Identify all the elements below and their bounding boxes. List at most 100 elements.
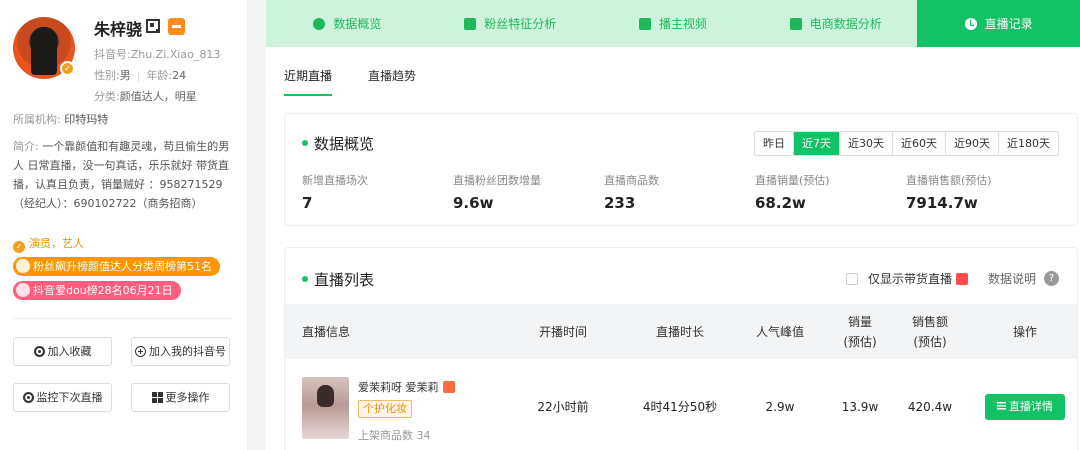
date-range-selector: 昨日 近7天 近30天 近60天 近90天 近180天 — [754, 131, 1059, 156]
live-list-card: 直播列表 仅显示带货直播 数据说明 ? 直播信息 开播时间 直播时长 人气峰值 … — [284, 247, 1078, 450]
range-yesterday[interactable]: 昨日 — [755, 132, 793, 155]
add-favorite-label: 加入收藏 — [47, 345, 92, 358]
table-row[interactable]: 爱茉莉呀 爱茉莉 个护化妆 上架商品数 34 22小时前 4时41分50秒 2.… — [285, 359, 1077, 450]
tab-label: 粉丝特征分析 — [484, 17, 557, 31]
category-line: 分类:颜值达人，明星 — [94, 88, 197, 104]
profile-name: 朱梓骁 — [94, 20, 143, 39]
stat-live-goods: 直播商品数 233 — [604, 172, 754, 212]
cell-duration: 4时41分50秒 — [642, 400, 718, 414]
col-revenue-line1: 销售额 — [911, 314, 948, 329]
grid-icon — [151, 392, 163, 403]
stat-value: 7 — [302, 194, 313, 212]
bio-text: 一个靠颜值和有趣灵魂，苟且偷生的男人 日常直播，没一句真话，乐乐就好 带货直播，… — [13, 140, 230, 210]
col-sales-line1: 销量 — [847, 314, 872, 329]
monitor-icon — [22, 392, 34, 403]
live-detail-button[interactable]: 直播详情 — [985, 393, 1065, 420]
bio: 简介: 一个靠颜值和有趣灵魂，苟且偷生的男人 日常直播，没一句真话，乐乐就好 带… — [13, 137, 238, 213]
bio-label: 简介: — [13, 140, 43, 153]
pie-chart-icon — [313, 17, 326, 30]
cell-peak: 2.9w — [765, 399, 795, 414]
stat-label: 直播粉丝团数增量 — [453, 174, 541, 187]
add-favorite-button[interactable]: 加入收藏 — [13, 337, 112, 366]
stat-live-sales: 直播销量(预估) 68.2w — [755, 172, 905, 212]
top-nav: 数据概览 粉丝特征分析 播主视频 电商数据分析 直播记录 — [266, 0, 1080, 47]
fan-rank-badge[interactable]: 粉丝飙升榜颜值达人分类周榜第51名 — [13, 257, 220, 276]
col-action: 操作 — [1012, 324, 1037, 339]
monitor-label: 监控下次直播 — [36, 391, 103, 404]
range-90d[interactable]: 近90天 — [945, 132, 998, 155]
only-goods-label[interactable]: 仅显示带货直播 — [868, 270, 952, 287]
add-to-my-label: 加入我的抖音号 — [149, 345, 226, 358]
live-title-text: 爱茉莉呀 爱茉莉 — [358, 381, 439, 394]
more-actions-button[interactable]: 更多操作 — [131, 383, 230, 412]
data-note-link[interactable]: 数据说明 — [988, 270, 1036, 287]
stat-label: 新增直播场次 — [302, 174, 368, 187]
col-sales-line2: (预估) — [843, 334, 877, 349]
stat-fan-club-growth: 直播粉丝团数增量 9.6w — [453, 172, 603, 212]
id-card-icon — [464, 17, 477, 30]
help-icon[interactable]: ? — [1044, 271, 1059, 286]
category-label: 分类: — [94, 90, 120, 103]
sub-tabs: 近期直播 直播趋势 — [284, 67, 416, 96]
shop-bag-icon — [789, 17, 802, 30]
range-180d[interactable]: 近180天 — [998, 132, 1058, 155]
more-actions-label: 更多操作 — [165, 391, 210, 404]
tab-videos[interactable]: 播主视频 — [592, 0, 755, 47]
douyin-id: 抖音号:Zhu.Zi.Xiao_813 — [94, 48, 221, 61]
tab-data-overview[interactable]: 数据概览 — [266, 0, 429, 47]
add-to-my-douyin-button[interactable]: 加入我的抖音号 — [131, 337, 230, 366]
range-60d[interactable]: 近60天 — [892, 132, 945, 155]
video-icon — [638, 17, 651, 30]
tab-label: 播主视频 — [658, 17, 707, 31]
cell-revenue: 420.4w — [907, 399, 953, 414]
col-duration: 直播时长 — [655, 324, 704, 339]
heart-icon — [16, 283, 30, 297]
check-icon: ✓ — [13, 241, 25, 253]
goods-count: 上架商品数 34 — [358, 429, 431, 442]
main-content: 近期直播 直播趋势 数据概览 昨日 近7天 近30天 近60天 近90天 近18… — [266, 47, 1080, 450]
subtab-live-trend[interactable]: 直播趋势 — [368, 67, 416, 96]
live-cover-image[interactable] — [302, 377, 349, 439]
avatar-photo — [31, 27, 57, 75]
stat-label: 直播销量(预估) — [755, 174, 830, 187]
tab-fan-analysis[interactable]: 粉丝特征分析 — [429, 0, 592, 47]
subtab-recent-live[interactable]: 近期直播 — [284, 67, 333, 96]
stat-label: 直播销售额(预估) — [906, 174, 992, 187]
table-header: 直播信息 开播时间 直播时长 人气峰值 销量 (预估) 销售额 (预估) 操作 — [285, 304, 1077, 359]
stat-new-live-count: 新增直播场次 7 — [302, 172, 452, 212]
monitor-next-live-button[interactable]: 监控下次直播 — [13, 383, 112, 412]
tab-label: 电商数据分析 — [809, 17, 882, 31]
dou-rank-text: 抖音爱dou榜28名06月21日 — [33, 284, 173, 297]
stat-live-revenue: 直播销售额(预估) 7914.7w — [906, 172, 1056, 212]
tab-label: 数据概览 — [333, 17, 382, 31]
cell-start-time: 22小时前 — [537, 400, 589, 414]
age-label: 年龄: — [146, 69, 173, 82]
col-revenue-line2: (预估) — [913, 334, 947, 349]
cell-action: 直播详情 — [985, 359, 1065, 450]
only-goods-checkbox[interactable] — [845, 272, 858, 285]
profile-sidebar: ✓ 朱梓骁 抖音号:Zhu.Zi.Xiao_813 性别:男 | 年龄:24 分类:… — [0, 0, 248, 450]
qr-code-icon[interactable] — [146, 19, 160, 33]
dou-rank-badge[interactable]: 抖音爱dou榜28名06月21日 — [13, 281, 181, 300]
range-30d[interactable]: 近30天 — [839, 132, 892, 155]
stat-value: 9.6w — [453, 194, 494, 212]
stat-value: 7914.7w — [906, 194, 978, 212]
tab-live-records[interactable]: 直播记录 — [917, 0, 1080, 47]
tab-ecommerce[interactable]: 电商数据分析 — [754, 0, 917, 47]
range-7d[interactable]: 近7天 — [793, 132, 839, 155]
org-value: 印特玛特 — [64, 113, 109, 126]
col-live-info: 直播信息 — [302, 324, 351, 339]
plus-icon — [135, 346, 146, 357]
stat-value: 233 — [604, 194, 636, 212]
overview-title: 数据概览 — [302, 133, 374, 154]
live-list-title: 直播列表 — [302, 269, 374, 290]
crown-icon — [16, 259, 30, 273]
meta-divider: | — [136, 69, 141, 82]
cell-sales: 13.9w — [841, 399, 879, 414]
verified-badge-icon: ✓ — [60, 61, 75, 76]
live-title[interactable]: 爱茉莉呀 爱茉莉 — [358, 379, 455, 395]
goods-bag-icon — [955, 272, 968, 285]
stat-label: 直播商品数 — [604, 174, 659, 187]
shop-icon[interactable] — [168, 18, 185, 35]
gender-age-line: 性别:男 | 年龄:24 — [94, 67, 186, 83]
